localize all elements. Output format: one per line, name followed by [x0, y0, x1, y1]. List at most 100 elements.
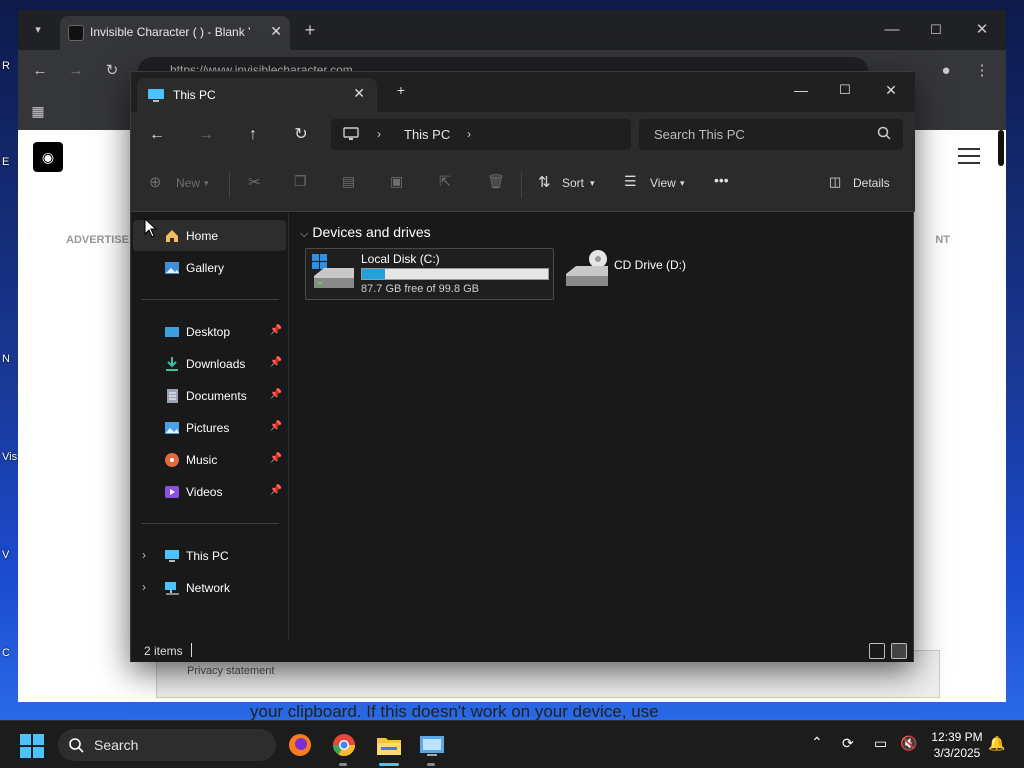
breadcrumb[interactable]: This PC	[404, 127, 450, 142]
browser-menu-icon[interactable]: ⋮	[970, 59, 994, 83]
desktop-icon-label-6[interactable]: C	[2, 647, 18, 659]
pin-icon[interactable]: 📌	[270, 453, 282, 464]
cut-icon[interactable]: ✂	[248, 173, 261, 191]
details-button[interactable]: Details	[853, 176, 890, 190]
active-indicator	[379, 763, 399, 766]
nav-item-pictures[interactable]: Pictures 📌	[133, 412, 286, 443]
details-pane-icon[interactable]: ◫	[829, 174, 841, 190]
nav-item-music[interactable]: Music 📌	[133, 444, 286, 475]
more-options-icon[interactable]: •••	[714, 172, 729, 188]
drive-tile-c[interactable]: Local Disk (C:) 87.7 GB free of 99.8 GB	[305, 248, 554, 300]
network-status-icon[interactable]: ▭	[874, 735, 887, 752]
pin-icon[interactable]: 📌	[270, 421, 282, 432]
up-arrow-icon[interactable]: ↑	[239, 122, 267, 148]
pin-icon[interactable]: 📌	[270, 389, 282, 400]
forward-arrow-icon[interactable]: →	[192, 122, 220, 148]
close-explorer-tab-icon[interactable]: ✕	[353, 85, 365, 102]
sort-icon[interactable]: ⇅	[538, 173, 551, 191]
search-input[interactable]: Search This PC	[639, 119, 903, 150]
group-header[interactable]: ⌵ Devices and drives	[300, 224, 431, 241]
expand-chevron-icon[interactable]: ›	[142, 580, 146, 594]
profile-icon[interactable]: ●	[934, 59, 958, 83]
delete-icon[interactable]: 🗑	[487, 173, 505, 190]
nav-divider	[141, 523, 279, 524]
nav-item-downloads[interactable]: Downloads 📌	[133, 348, 286, 379]
new-button[interactable]: New	[176, 176, 200, 190]
hard-drive-icon	[310, 252, 356, 295]
nav-item-desktop[interactable]: Desktop 📌	[133, 316, 286, 347]
nav-label-documents: Documents	[186, 389, 247, 403]
taskbar-search[interactable]: Search	[58, 729, 276, 761]
nav-item-videos[interactable]: Videos 📌	[133, 476, 286, 507]
chevron-right-icon[interactable]: ›	[377, 127, 381, 141]
hamburger-menu-icon[interactable]	[958, 148, 980, 164]
sort-chevron-down-icon[interactable]: ▾	[590, 178, 595, 189]
sort-button[interactable]: Sort	[562, 176, 584, 190]
minimize-icon[interactable]: —	[785, 78, 817, 102]
show-hidden-icons-chevron-up-icon[interactable]: ⌃	[811, 734, 823, 751]
desktop-icon-label-5[interactable]: V	[2, 549, 18, 561]
file-explorer-taskbar-icon[interactable]	[373, 729, 405, 766]
nav-item-network[interactable]: › Network	[133, 572, 286, 603]
taskbar-clock[interactable]: 12:39 PM 3/3/2025	[928, 729, 986, 761]
view-chevron-down-icon[interactable]: ▾	[680, 178, 685, 189]
new-tab-icon[interactable]: +	[298, 18, 322, 42]
tab-search-dropdown-icon[interactable]: ▾	[26, 18, 50, 42]
taskbar-search-label: Search	[94, 737, 139, 753]
rename-icon[interactable]: ▣	[390, 173, 403, 190]
paste-icon[interactable]: ▤	[342, 173, 355, 190]
expand-chevron-icon[interactable]: ›	[142, 548, 146, 562]
page-body-text: your clipboard. If this doesn't work on …	[250, 702, 659, 721]
nav-item-gallery[interactable]: Gallery	[133, 252, 286, 283]
sync-status-icon[interactable]: ⟳	[842, 735, 854, 752]
search-placeholder: Search This PC	[654, 127, 745, 142]
close-icon[interactable]: ✕	[875, 78, 907, 102]
desktop-icon-label-1[interactable]: R	[2, 60, 18, 72]
back-icon[interactable]: ←	[28, 59, 52, 83]
control-panel-taskbar-icon[interactable]	[416, 729, 448, 766]
browser-close-icon[interactable]: ✕	[970, 18, 994, 42]
site-logo-icon[interactable]: ◉	[33, 142, 63, 172]
start-windows-icon[interactable]	[20, 734, 44, 758]
browser-minimize-icon[interactable]: —	[880, 18, 904, 42]
site-favicon-icon	[68, 25, 84, 41]
address-box[interactable]: › This PC ›	[331, 119, 631, 150]
desktop-icon-label-2[interactable]: E	[2, 156, 18, 168]
refresh-icon[interactable]: ↻	[287, 122, 315, 148]
clock-date: 3/3/2025	[933, 746, 981, 760]
nav-item-this-pc[interactable]: › This PC	[133, 540, 286, 571]
page-scrollbar[interactable]	[998, 130, 1004, 166]
new-icon[interactable]: ⊕	[149, 173, 162, 191]
view-icon[interactable]: ☰	[624, 173, 637, 190]
firefox-taskbar-icon[interactable]	[284, 729, 316, 761]
close-tab-icon[interactable]: ✕	[270, 23, 282, 40]
view-button[interactable]: View	[650, 176, 676, 190]
privacy-statement-link[interactable]: Privacy statement	[187, 665, 274, 677]
maximize-icon[interactable]: ☐	[829, 78, 861, 102]
large-icons-view-icon[interactable]	[891, 643, 907, 659]
pin-icon[interactable]: 📌	[270, 325, 282, 336]
notifications-bell-icon[interactable]: 🔔	[988, 735, 1005, 752]
drive-tile-d[interactable]: CD Drive (D:)	[564, 248, 724, 300]
nav-item-documents[interactable]: Documents 📌	[133, 380, 286, 411]
new-explorer-tab-icon[interactable]: +	[385, 78, 417, 102]
copy-icon[interactable]: ❐	[294, 173, 307, 190]
nav-label-videos: Videos	[186, 485, 223, 499]
chevron-right-icon[interactable]: ›	[467, 127, 471, 141]
explorer-tab[interactable]: This PC ✕	[137, 78, 377, 112]
browser-maximize-icon[interactable]: ☐	[924, 18, 948, 42]
back-arrow-icon[interactable]: ←	[143, 122, 171, 148]
collapse-chevron-icon[interactable]: ⌵	[300, 228, 308, 240]
forward-icon[interactable]: →	[64, 59, 88, 83]
browser-tab[interactable]: Invisible Character ( ) - Blank Y ✕	[60, 16, 290, 50]
pin-icon[interactable]: 📌	[270, 485, 282, 496]
chrome-taskbar-icon[interactable]	[328, 729, 360, 766]
volume-muted-icon[interactable]: 🔇	[900, 735, 917, 752]
share-icon[interactable]: ⇱	[439, 173, 451, 190]
pin-icon[interactable]: 📌	[270, 357, 282, 368]
reload-icon[interactable]: ↻	[100, 59, 124, 83]
details-view-icon[interactable]	[869, 643, 885, 659]
new-chevron-down-icon[interactable]: ▾	[204, 178, 209, 189]
apps-grid-icon[interactable]: ▦	[26, 99, 50, 123]
desktop-icon-label-3[interactable]: N	[2, 353, 18, 365]
